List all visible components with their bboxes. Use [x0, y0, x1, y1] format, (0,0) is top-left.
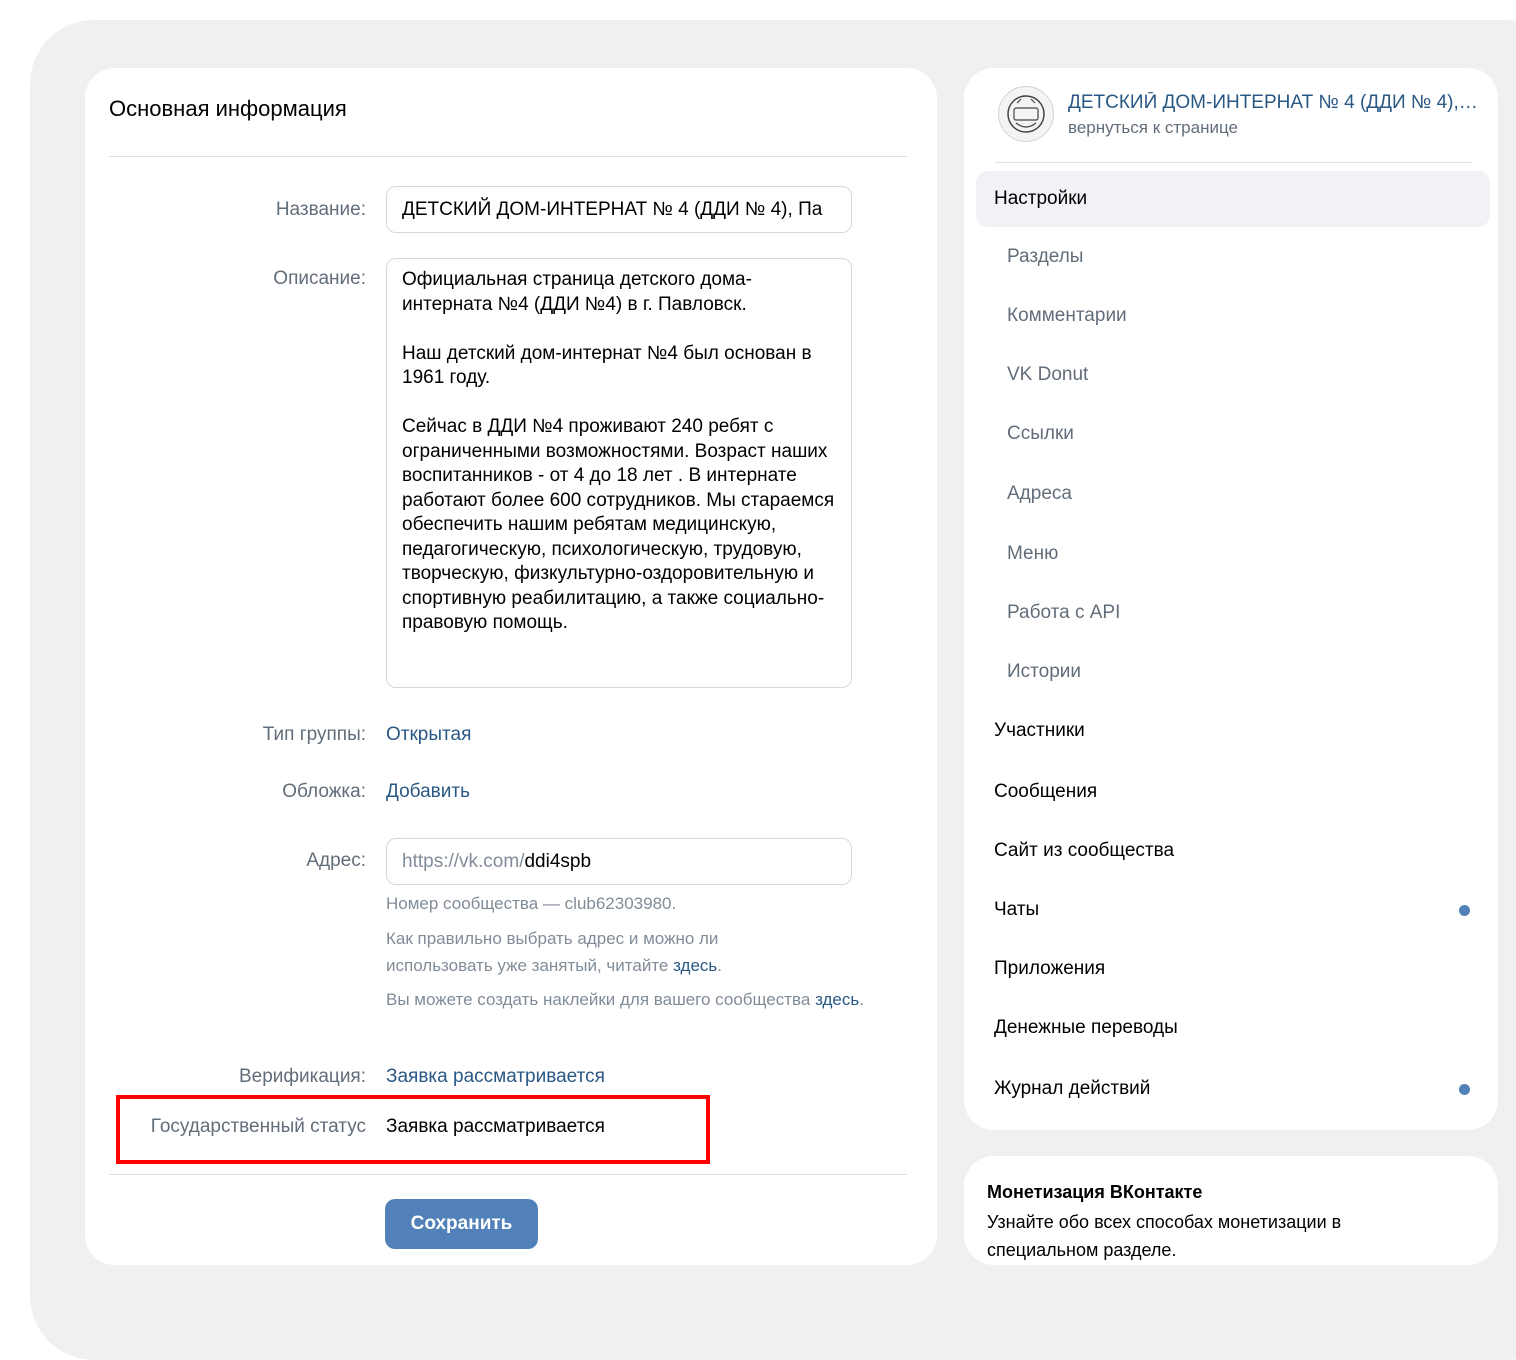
section-title: Основная информация	[109, 96, 347, 121]
description-paragraph-1: Официальная страница детского дома-интер…	[402, 269, 752, 315]
description-textarea[interactable]: Официальная страница детского дома-интер…	[386, 258, 852, 688]
description-paragraph-2: Наш детский дом-интернат №4 был основан …	[402, 342, 812, 389]
address-hint: Как правильно выбрать адрес и можно ли и…	[386, 929, 722, 975]
verification-status-link[interactable]: Заявка рассматривается	[386, 1066, 605, 1088]
sidebar-item-4[interactable]: VK Donut	[976, 347, 1490, 403]
sidebar-item-label: Разделы	[1007, 246, 1084, 267]
sidebar-item-1[interactable]: Настройки	[976, 171, 1490, 227]
community-number: Номер сообщества — club62303980.	[386, 894, 677, 913]
sidebar-item-13[interactable]: Чаты	[976, 882, 1490, 938]
save-button[interactable]: Сохранить	[385, 1199, 538, 1249]
sidebar-item-label: Адреса	[1007, 483, 1072, 504]
sidebar-item-label: Участники	[994, 720, 1085, 741]
sidebar-item-15[interactable]: Денежные переводы	[976, 1000, 1490, 1056]
notification-dot-icon	[1459, 1084, 1470, 1095]
name-input[interactable]: ДЕТСКИЙ ДОМ-ИНТЕРНАТ № 4 (ДДИ № 4), Па	[386, 186, 852, 233]
group-name-link[interactable]: ДЕТСКИЙ ДОМ-ИНТЕРНАТ № 4 (ДДИ № 4), Павл…	[1068, 92, 1478, 114]
sidebar-item-12[interactable]: Сайт из сообщества	[976, 823, 1490, 879]
sidebar-item-6[interactable]: Адреса	[976, 466, 1490, 522]
sidebar-item-label: Меню	[1007, 543, 1059, 564]
promo-title: Монетизация ВКонтакте	[987, 1182, 1203, 1202]
verification-label: Верификация:	[238, 1066, 366, 1087]
sidebar-item-label: Комментарии	[1007, 305, 1127, 326]
sidebar-item-14[interactable]: Приложения	[976, 941, 1490, 997]
promo-text: Узнайте обо всех способах монетизации в …	[987, 1212, 1342, 1260]
sidebar-item-label: Сайт из сообщества	[994, 840, 1175, 861]
sidebar-item-label: Настройки	[994, 188, 1088, 209]
description-paragraph-3: Сейчас в ДДИ №4 проживают 240 ребят с ог…	[402, 416, 835, 633]
address-value: ddi4spb	[524, 851, 592, 872]
sidebar-item-label: Журнал действий	[994, 1078, 1151, 1099]
sidebar-item-label: Сообщения	[994, 781, 1098, 802]
sidebar-item-label: Приложения	[994, 958, 1106, 979]
name-label: Название:	[275, 199, 366, 220]
sidebar-item-label: Истории	[1007, 661, 1082, 682]
settings-nav-card: ДЕТСКИЙ ДОМ-ИНТЕРНАТ № 4 (ДДИ № 4), Павл…	[964, 68, 1498, 1130]
group-avatar[interactable]	[998, 86, 1054, 142]
sidebar-item-label: Чаты	[994, 899, 1040, 920]
sidebar-item-2[interactable]: Разделы	[976, 229, 1490, 285]
description-label: Описание:	[273, 268, 366, 289]
address-prefix: https://vk.com/	[402, 851, 525, 872]
address-hint-text: Как правильно выбрать адрес и можно ли и…	[386, 929, 719, 975]
cover-add-link[interactable]: Добавить	[386, 781, 470, 803]
sidebar-item-16[interactable]: Журнал действий	[976, 1061, 1490, 1117]
sidebar-item-label: Ссылки	[1007, 423, 1074, 444]
back-to-page-link[interactable]: вернуться к странице	[1068, 118, 1238, 138]
sidebar-item-7[interactable]: Меню	[976, 526, 1490, 582]
group-logo-icon	[1007, 95, 1045, 133]
group-type-label: Тип группы:	[262, 724, 366, 745]
cover-label: Обложка:	[282, 781, 366, 802]
address-hint-link[interactable]: здесь	[673, 956, 717, 975]
stickers-hint-text: Вы можете создать наклейки для вашего со…	[386, 990, 816, 1009]
divider	[109, 1174, 907, 1175]
stickers-hint-link[interactable]: здесь	[815, 990, 859, 1009]
highlight-frame	[116, 1095, 710, 1164]
sidebar-item-label: Денежные переводы	[994, 1017, 1178, 1038]
monetization-promo-card[interactable]: Монетизация ВКонтакте Узнайте обо всех с…	[964, 1156, 1498, 1265]
divider	[995, 162, 1472, 163]
sidebar-item-11[interactable]: Сообщения	[976, 764, 1490, 820]
group-type-link[interactable]: Открытая	[386, 724, 471, 746]
address-label: Адрес:	[306, 850, 366, 871]
address-input[interactable]: https://vk.com/ddi4spb	[386, 838, 852, 885]
sidebar-item-label: Работа с API	[1007, 602, 1121, 623]
stickers-hint: Вы можете создать наклейки для вашего со…	[386, 990, 864, 1009]
sidebar-item-label: VK Donut	[1007, 364, 1089, 385]
sidebar-item-8[interactable]: Работа с API	[976, 585, 1490, 641]
sidebar-item-9[interactable]: Истории	[976, 644, 1490, 700]
divider	[109, 156, 907, 157]
sidebar-item-10[interactable]: Участники	[976, 703, 1490, 759]
notification-dot-icon	[1459, 905, 1470, 916]
basic-info-card: Основная информация Название: ДЕТСКИЙ ДО…	[85, 68, 937, 1265]
sidebar-item-3[interactable]: Комментарии	[976, 288, 1490, 344]
sidebar-item-5[interactable]: Ссылки	[976, 406, 1490, 462]
